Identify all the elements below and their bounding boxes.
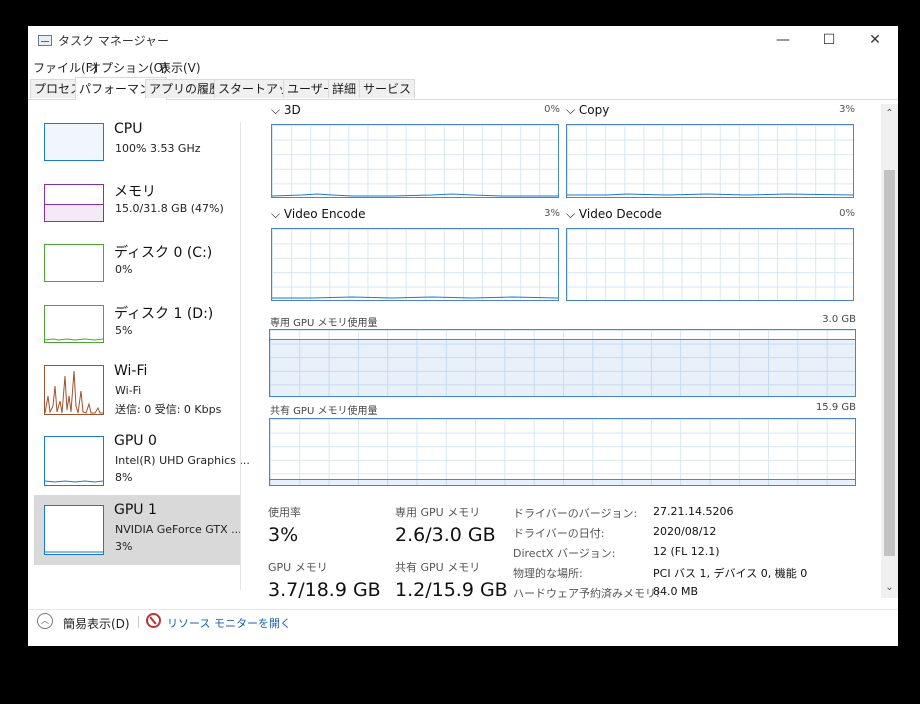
sidebar-item-throughput: 送信: 0 受信: 0 Kbps (115, 403, 222, 416)
menu-options[interactable]: オプション(O) (89, 59, 168, 76)
scroll-down-icon[interactable]: ⌄ (881, 580, 898, 596)
maximize-button[interactable]: ☐ (806, 26, 852, 56)
sidebar-item-memory[interactable]: メモリ 15.0/31.8 GB (47%) (34, 176, 241, 236)
sidebar-item-sub: NVIDIA GeForce GTX ... (115, 523, 242, 536)
sidebar-item-sub: 0% (115, 263, 133, 276)
sidebar-item-title: メモリ (114, 184, 156, 200)
scroll-up-icon[interactable]: ⌃ (881, 106, 898, 122)
open-resource-monitor-link[interactable]: リソース モニターを開く (167, 615, 291, 631)
window-title: タスク マネージャー (58, 34, 169, 48)
info-key: ドライバーのバージョン: (513, 507, 638, 520)
chevron-up-icon[interactable]: ︿ (37, 613, 53, 629)
disk1-thumbnail-graph (44, 305, 104, 343)
gpu-memory-value: 3.7/18.9 GB (268, 579, 381, 601)
sidebar-item-title: CPU (114, 121, 143, 137)
sidebar-item-usage: 8% (115, 471, 133, 484)
sidebar-item-usage: 3% (115, 540, 133, 553)
engine-label-video-decode[interactable]: ⌵ Video Decode (566, 207, 662, 222)
sidebar-item-disk-0[interactable]: ディスク 0 (C:) 0% (34, 237, 241, 297)
resource-monitor-icon (146, 613, 161, 628)
tab-services[interactable]: サービス (359, 79, 416, 98)
vertical-scrollbar[interactable]: ⌃ ⌄ (881, 104, 898, 598)
engine-label-3d[interactable]: ⌵ 3D (271, 103, 301, 118)
shared-memory-max: 15.9 GB (815, 402, 856, 413)
shared-memory-graph (269, 418, 856, 486)
wifi-thumbnail-graph (44, 365, 104, 415)
sidebar-item-title: ディスク 0 (C:) (114, 245, 213, 261)
engine-pct-copy: 3% (839, 104, 855, 115)
minimize-button[interactable]: — (760, 26, 806, 56)
dedicated-gpu-memory-value: 2.6/3.0 GB (395, 524, 496, 546)
fewer-details-button[interactable]: 簡易表示(D) (63, 615, 130, 632)
engine-label-video-encode[interactable]: ⌵ Video Encode (271, 207, 365, 222)
tab-bar: プロセス パフォーマンス アプリの履歴 スタートアップ ユーザー 詳細 サービス (28, 77, 898, 100)
sidebar-item-sub: 5% (115, 324, 133, 337)
dedicated-memory-label: 専用 GPU メモリ使用量 (270, 318, 378, 329)
gpu0-thumbnail-graph (44, 436, 104, 486)
cpu-thumbnail-graph (44, 123, 104, 161)
gpu1-thumbnail-graph (44, 505, 104, 555)
gpu-memory-label: GPU メモリ (268, 561, 328, 574)
info-value: 12 (FL 12.1) (653, 545, 720, 558)
engine-graph-3d (271, 124, 559, 198)
menu-file[interactable]: ファイル(F) (33, 59, 97, 76)
engine-label-copy[interactable]: ⌵ Copy (566, 103, 609, 118)
shared-gpu-memory-label: 共有 GPU メモリ (395, 561, 481, 574)
engine-pct-3d: 0% (544, 104, 560, 115)
engine-graph-video-decode (566, 228, 854, 301)
info-value: 27.21.14.5206 (653, 505, 734, 518)
performance-sidebar: CPU 100% 3.53 GHz メモリ 15.0/31.8 GB (47%)… (34, 116, 250, 616)
dedicated-memory-max: 3.0 GB (822, 314, 856, 325)
sidebar-item-title: GPU 1 (114, 502, 157, 518)
sidebar-item-sub: Wi-Fi (115, 384, 142, 397)
engine-graph-video-encode (271, 228, 559, 301)
task-manager-icon (38, 35, 52, 46)
footer-divider (138, 616, 139, 628)
sidebar-item-title: GPU 0 (114, 433, 157, 449)
sidebar-item-gpu-1[interactable]: GPU 1 NVIDIA GeForce GTX ... 3% (34, 495, 242, 565)
sidebar-item-sub: Intel(R) UHD Graphics ... (115, 454, 250, 467)
info-key: 物理的な場所: (513, 567, 583, 580)
shared-gpu-memory-value: 1.2/15.9 GB (395, 579, 508, 601)
engine-pct-video-encode: 3% (544, 208, 560, 219)
info-value: 84.0 MB (653, 585, 699, 598)
shared-memory-label: 共有 GPU メモリ使用量 (270, 406, 378, 417)
sidebar-item-wifi[interactable]: Wi-Fi Wi-Fi 送信: 0 受信: 0 Kbps (34, 359, 241, 419)
sidebar-divider (240, 122, 241, 590)
close-button[interactable]: ✕ (852, 26, 898, 56)
dedicated-memory-graph (269, 329, 856, 397)
engine-graph-copy (566, 124, 854, 198)
info-key: DirectX バージョン: (513, 547, 616, 560)
title-bar: タスク マネージャー — ☐ ✕ (28, 26, 898, 56)
scroll-thumb[interactable] (884, 170, 895, 556)
info-key: ドライバーの日付: (513, 527, 605, 540)
info-value: 2020/08/12 (653, 525, 717, 538)
tab-app-history[interactable]: アプリの履歴 (145, 79, 226, 98)
disk0-thumbnail-graph (44, 244, 104, 282)
sidebar-item-disk-1[interactable]: ディスク 1 (D:) 5% (34, 298, 241, 358)
memory-thumbnail-graph (44, 184, 104, 222)
info-value: PCI バス 1, デバイス 0, 機能 0 (653, 567, 808, 580)
sidebar-item-sub: 100% 3.53 GHz (115, 142, 201, 155)
menu-view[interactable]: 表示(V) (159, 59, 201, 76)
engine-pct-video-decode: 0% (839, 208, 855, 219)
sidebar-item-gpu-0[interactable]: GPU 0 Intel(R) UHD Graphics ... 8% (34, 429, 250, 489)
sidebar-item-cpu[interactable]: CPU 100% 3.53 GHz (34, 116, 241, 176)
task-manager-window: タスク マネージャー — ☐ ✕ ファイル(F) オプション(O) 表示(V) … (28, 26, 898, 646)
sidebar-item-title: ディスク 1 (D:) (114, 306, 214, 322)
tab-details[interactable]: 詳細 (328, 79, 361, 98)
utilization-label: 使用率 (268, 506, 301, 519)
sidebar-item-title: Wi-Fi (114, 363, 148, 379)
footer-bar: ︿ 簡易表示(D) リソース モニターを開く (28, 609, 898, 647)
sidebar-item-sub: 15.0/31.8 GB (47%) (115, 202, 224, 215)
dedicated-gpu-memory-label: 専用 GPU メモリ (395, 506, 481, 519)
info-key: ハードウェア予約済みメモリ: (513, 587, 660, 600)
utilization-value: 3% (268, 524, 299, 546)
